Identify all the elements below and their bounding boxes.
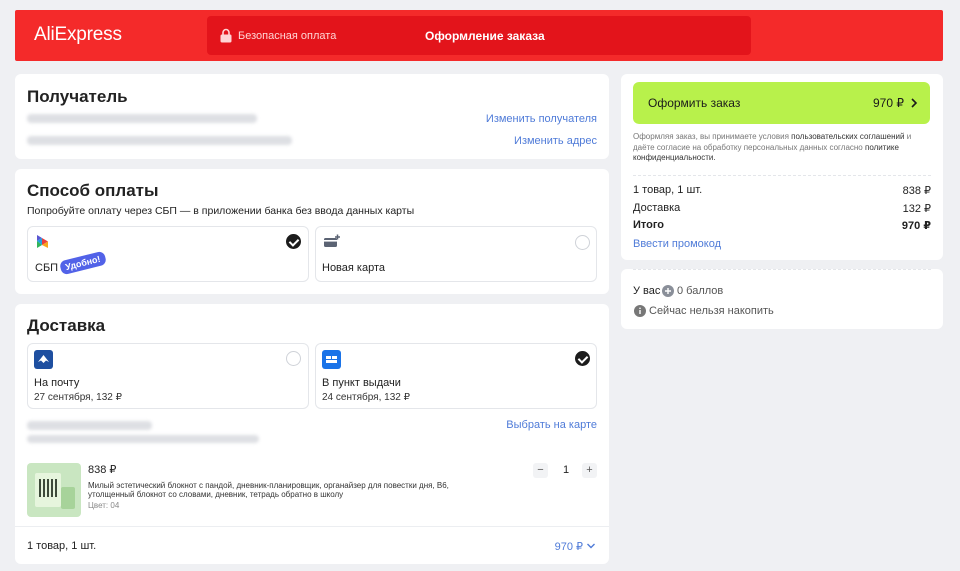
summary-delivery-value: 132 ₽	[902, 203, 931, 215]
delivery-footer-divider	[15, 526, 609, 527]
product-price: 838 ₽	[88, 464, 117, 476]
sbp-radio[interactable]	[286, 234, 301, 249]
aliexpress-logo[interactable]: AliExpress	[34, 24, 122, 46]
pickup-point-name-blurred	[27, 421, 152, 430]
points-note: Сейчас нельзя накопить	[649, 305, 774, 317]
points-card: У вас 0 баллов Сейчас нельзя накопить	[621, 269, 943, 329]
delivery-title: Доставка	[27, 316, 106, 335]
payment-option-sbp[interactable]: СБП Удобно!	[27, 226, 309, 282]
post-radio[interactable]	[286, 351, 301, 366]
pickup-point-address-blurred	[27, 435, 259, 443]
enter-promo-code-link[interactable]: Ввести промокод	[633, 238, 721, 250]
recipient-title: Получатель	[27, 87, 128, 106]
points-value: 0 баллов	[677, 285, 724, 297]
new-card-label: Новая карта	[322, 262, 385, 274]
pickup-date-price: 24 сентября, 132 ₽	[322, 392, 410, 403]
summary-total-label: Итого	[633, 219, 665, 231]
points-prefix: У вас	[633, 285, 661, 297]
post-label: На почту	[34, 377, 80, 389]
payment-subtitle: Попробуйте оплату через СБП — в приложен…	[27, 205, 415, 217]
lock-icon	[220, 28, 232, 43]
russian-post-icon	[34, 350, 53, 369]
summary-separator	[633, 175, 931, 176]
summary-delivery-label: Доставка	[633, 202, 681, 214]
pickup-label: В пункт выдачи	[322, 377, 401, 389]
new-card-radio[interactable]	[575, 235, 590, 250]
delivery-items-count: 1 товар, 1 шт.	[27, 540, 97, 552]
terms-part1: Оформляя заказ, вы принимаете условия	[633, 132, 789, 141]
place-order-button[interactable]: Оформить заказ 970 ₽	[633, 82, 930, 124]
header-secure-banner: Безопасная оплата Оформление заказа	[207, 16, 751, 55]
product-name-line1[interactable]: Милый эстетический блокнот с пандой, дне…	[88, 481, 449, 490]
quantity-value[interactable]: 1	[561, 464, 571, 476]
sbp-convenient-badge: Удобно!	[58, 250, 107, 276]
points-separator	[633, 269, 931, 270]
product-thumbnail[interactable]	[27, 463, 81, 517]
recipient-name-blurred	[27, 114, 257, 123]
payment-option-new-card[interactable]: Новая карта	[315, 226, 597, 282]
secure-payment-label: Безопасная оплата	[238, 30, 337, 42]
recipient-address-blurred	[27, 136, 292, 145]
terms-text: Оформляя заказ, вы принимаете условия по…	[633, 132, 923, 164]
place-order-label: Оформить заказ	[648, 96, 741, 110]
chevron-down-icon[interactable]	[586, 542, 596, 550]
summary-items-label: 1 товар, 1 шт.	[633, 184, 703, 196]
checkout-title: Оформление заказа	[425, 29, 545, 43]
sbp-icon	[37, 235, 48, 248]
change-address-link[interactable]: Изменить адрес	[514, 135, 597, 147]
choose-on-map-link[interactable]: Выбрать на карте	[506, 419, 597, 431]
user-agreements-link[interactable]: пользовательских соглашений	[791, 132, 904, 141]
points-plus-icon	[662, 285, 674, 297]
summary-items-value: 838 ₽	[902, 185, 931, 197]
info-icon	[634, 305, 646, 317]
change-recipient-link[interactable]: Изменить получателя	[486, 113, 597, 125]
add-card-icon	[324, 234, 340, 247]
delivery-option-pickup[interactable]: В пункт выдачи 24 сентября, 132 ₽	[315, 343, 597, 409]
payment-card: Способ оплаты Попробуйте оплату через СБ…	[15, 169, 609, 294]
summary-total-value: 970 ₽	[901, 220, 931, 232]
header-bar: AliExpress Безопасная оплата Оформление …	[15, 10, 943, 61]
delivery-total[interactable]: 970 ₽	[555, 540, 583, 553]
quantity-decrease-button[interactable]: −	[533, 463, 548, 478]
post-date-price: 27 сентября, 132 ₽	[34, 392, 122, 403]
product-variant: Цвет: 04	[88, 501, 120, 510]
chevron-right-icon	[911, 98, 918, 108]
order-summary-card: Оформить заказ 970 ₽ Оформляя заказ, вы …	[621, 74, 943, 260]
sbp-label: СБП	[35, 262, 59, 274]
payment-title: Способ оплаты	[27, 181, 159, 200]
recipient-card: Получатель Изменить получателя Изменить …	[15, 74, 609, 159]
product-name-line2[interactable]: утолщенный блокнот со словами, дневник, …	[88, 490, 343, 499]
place-order-price: 970 ₽	[873, 96, 904, 110]
quantity-increase-button[interactable]: +	[582, 463, 597, 478]
pickup-point-icon	[322, 350, 341, 369]
delivery-card: Доставка На почту 27 сентября, 132 ₽ В п…	[15, 304, 609, 564]
pickup-radio[interactable]	[575, 351, 590, 366]
delivery-option-post[interactable]: На почту 27 сентября, 132 ₽	[27, 343, 309, 409]
